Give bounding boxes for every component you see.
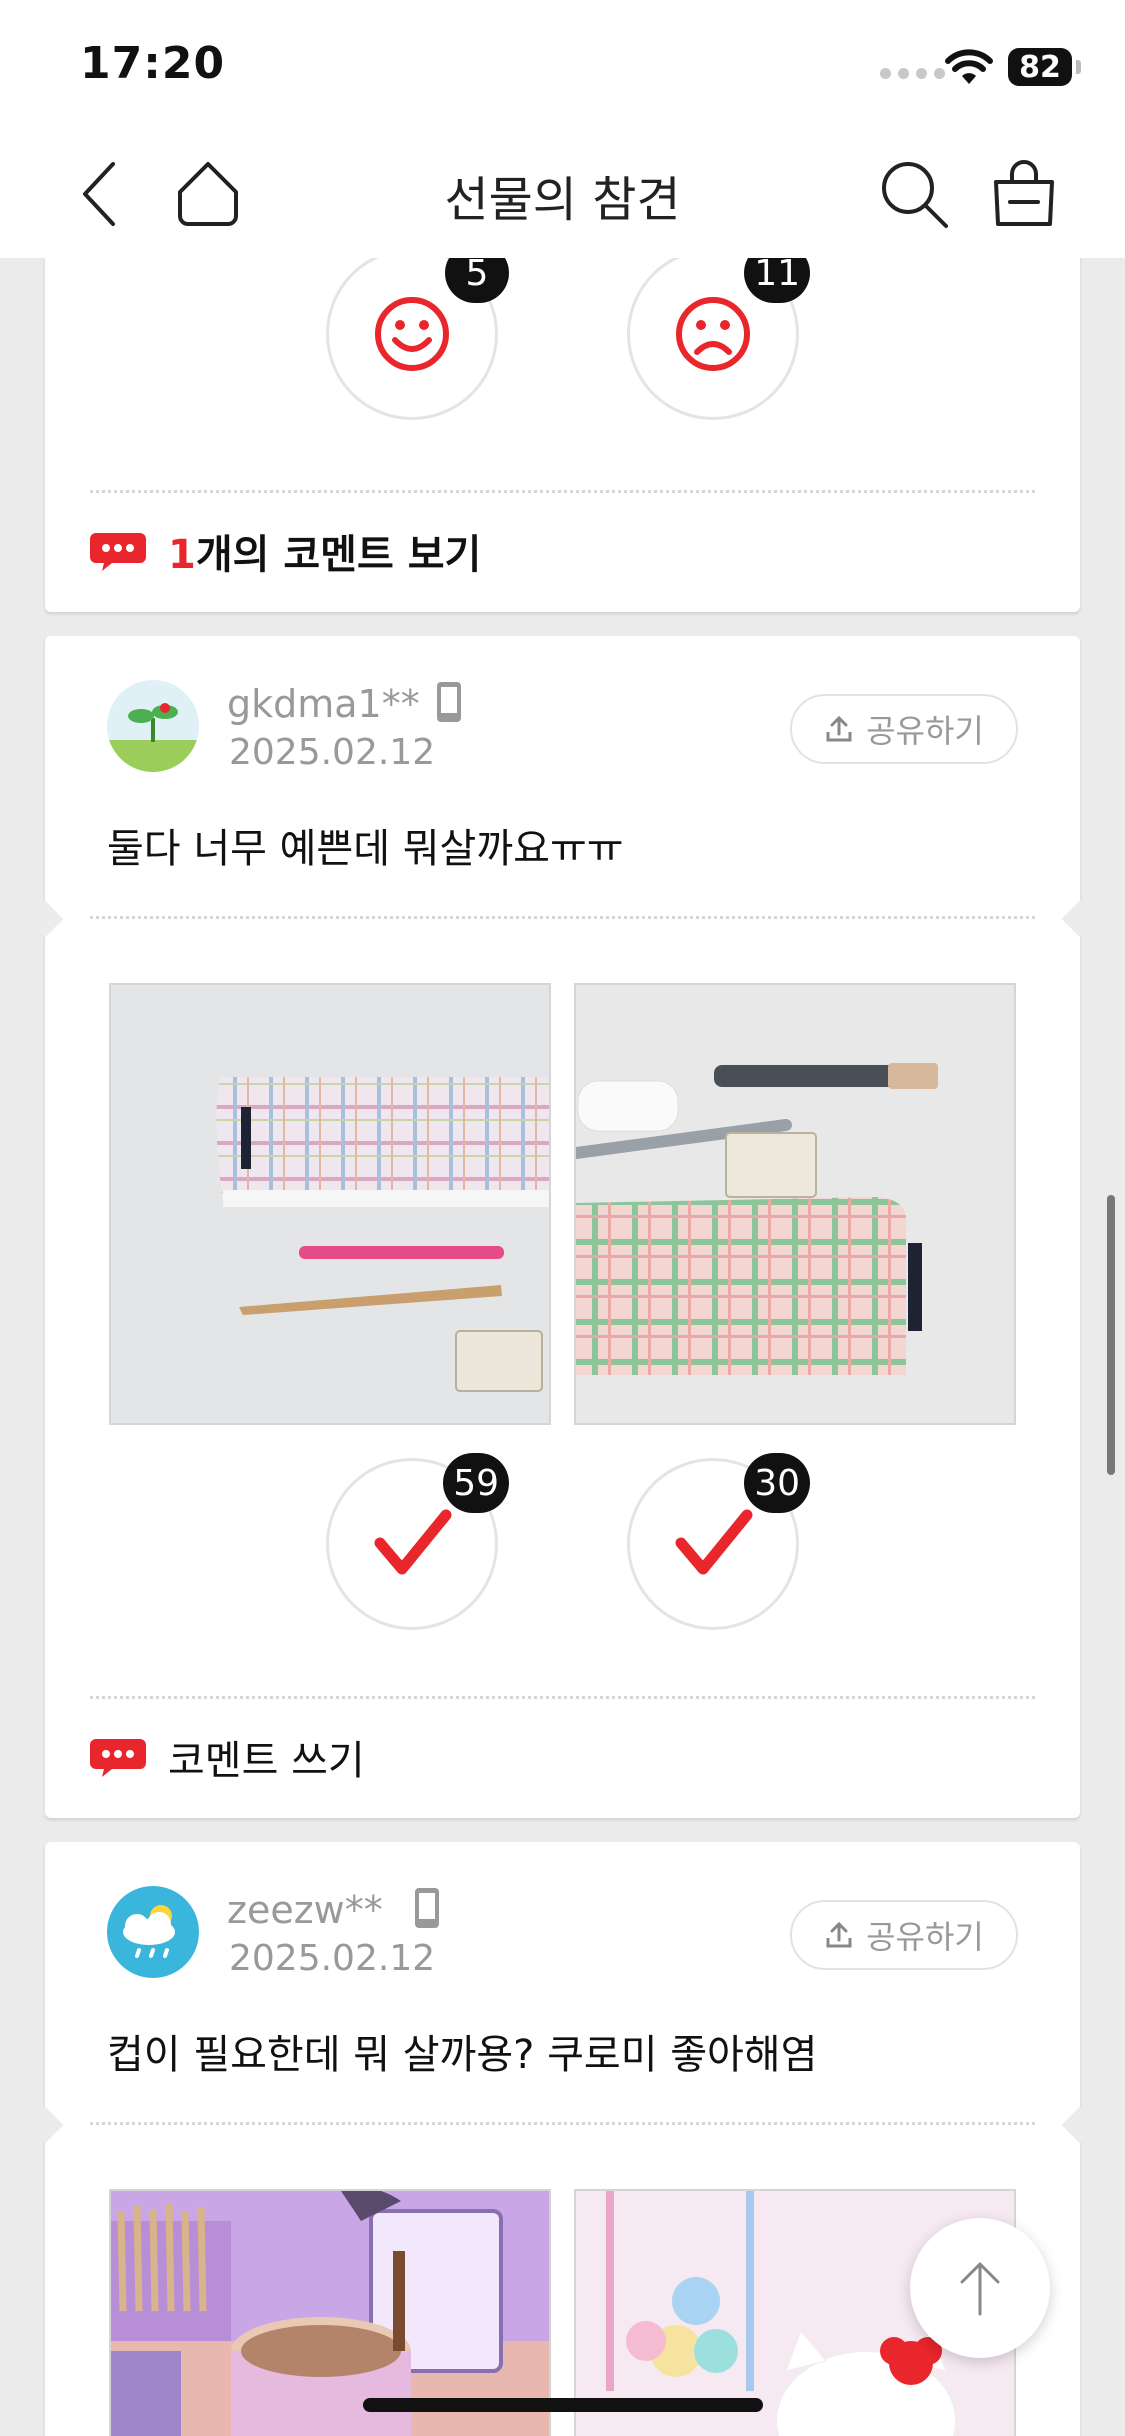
view-comments-link[interactable]: 1개의 코멘트 보기	[90, 522, 481, 580]
divider-notch	[26, 900, 64, 938]
divider-notch	[1061, 900, 1099, 938]
status-time: 17:20	[80, 38, 226, 89]
post-card: gkdma1** 2025.02.12 공유하기 둘다 너무 예쁜데 뭐살까요ㅠ…	[26, 636, 1099, 1818]
divider-notch	[1061, 2106, 1099, 2144]
home-indicator[interactable]	[363, 2398, 763, 2412]
mobile-phone-icon	[437, 682, 461, 722]
navigation-bar: 선물의 참견	[0, 130, 1125, 258]
speech-bubble-icon	[90, 1739, 146, 1777]
divider	[90, 2122, 1035, 2125]
plaid-pouch-photo	[111, 985, 549, 1423]
username: gkdma1**	[227, 682, 420, 726]
green-plaid-pouch-photo	[576, 985, 1014, 1423]
checkmark-icon	[675, 1509, 753, 1575]
wifi-icon	[945, 49, 993, 84]
vote-count-badge: 59	[443, 1453, 509, 1513]
write-comment-link[interactable]: 코멘트 쓰기	[90, 1728, 365, 1786]
avatar[interactable]	[107, 1886, 199, 1978]
post-card: 5 11 1개의 코멘트 보기	[45, 200, 1080, 612]
scrollbar[interactable]	[1107, 1195, 1115, 1475]
mobile-phone-icon	[415, 1888, 439, 1928]
vote-count-badge: 30	[744, 1453, 810, 1513]
checkmark-icon	[374, 1509, 452, 1575]
option-image-2[interactable]	[574, 983, 1016, 1425]
divider-notch	[26, 2106, 64, 2144]
sad-face-icon	[676, 297, 750, 371]
scroll-to-top-button[interactable]	[910, 2218, 1050, 2358]
share-upload-icon	[826, 715, 852, 742]
vote-button-sad[interactable]: 11	[627, 243, 810, 420]
comment-link-label: 1개의 코멘트 보기	[168, 522, 481, 580]
vote-button-option-1[interactable]: 59	[326, 1453, 509, 1630]
vote-button-option-2[interactable]: 30	[627, 1453, 810, 1630]
search-button[interactable]	[874, 154, 954, 234]
post-date: 2025.02.12	[229, 732, 436, 773]
share-button[interactable]: 공유하기	[790, 694, 1018, 764]
divider	[90, 490, 1035, 493]
comment-count: 1	[168, 532, 196, 578]
divider	[90, 1696, 1035, 1699]
vote-button-smile[interactable]: 5	[326, 243, 509, 420]
arrow-up-icon	[960, 2262, 1000, 2316]
post-text: 컵이 필요한데 뭐 살까용? 쿠로미 좋아해염	[107, 2032, 818, 2078]
smiley-face-icon	[375, 297, 449, 371]
write-comment-label: 코멘트 쓰기	[168, 1738, 365, 1784]
cart-button[interactable]	[984, 154, 1064, 234]
post-card: zeezw** 2025.02.12 공유하기 컵이 필요한데 뭐 살까용? 쿠…	[26, 1842, 1099, 2436]
share-label: 공유하기	[866, 1918, 984, 1956]
status-bar: 17:20 82	[0, 0, 1125, 130]
share-button[interactable]: 공유하기	[790, 1900, 1018, 1970]
post-text: 둘다 너무 예쁜데 뭐살까요ㅠㅠ	[107, 826, 624, 872]
comment-link-text: 개의 코멘트 보기	[195, 532, 482, 578]
weather-avatar-icon	[107, 1886, 199, 1978]
battery-icon: 82	[1008, 48, 1072, 86]
divider	[90, 916, 1035, 919]
search-icon	[882, 162, 948, 228]
share-upload-icon	[826, 1921, 852, 1948]
avatar[interactable]	[107, 680, 199, 772]
share-label: 공유하기	[866, 712, 984, 750]
sprout-avatar-icon	[107, 680, 199, 772]
battery-tip	[1076, 60, 1081, 74]
option-image-1[interactable]	[109, 983, 551, 1425]
speech-bubble-icon	[90, 533, 146, 571]
page-title: 선물의 참견	[444, 172, 681, 228]
shopping-bag-icon	[994, 160, 1054, 226]
post-date: 2025.02.12	[229, 1938, 436, 1979]
cellular-signal-icon	[880, 68, 945, 79]
username: zeezw**	[227, 1888, 383, 1932]
